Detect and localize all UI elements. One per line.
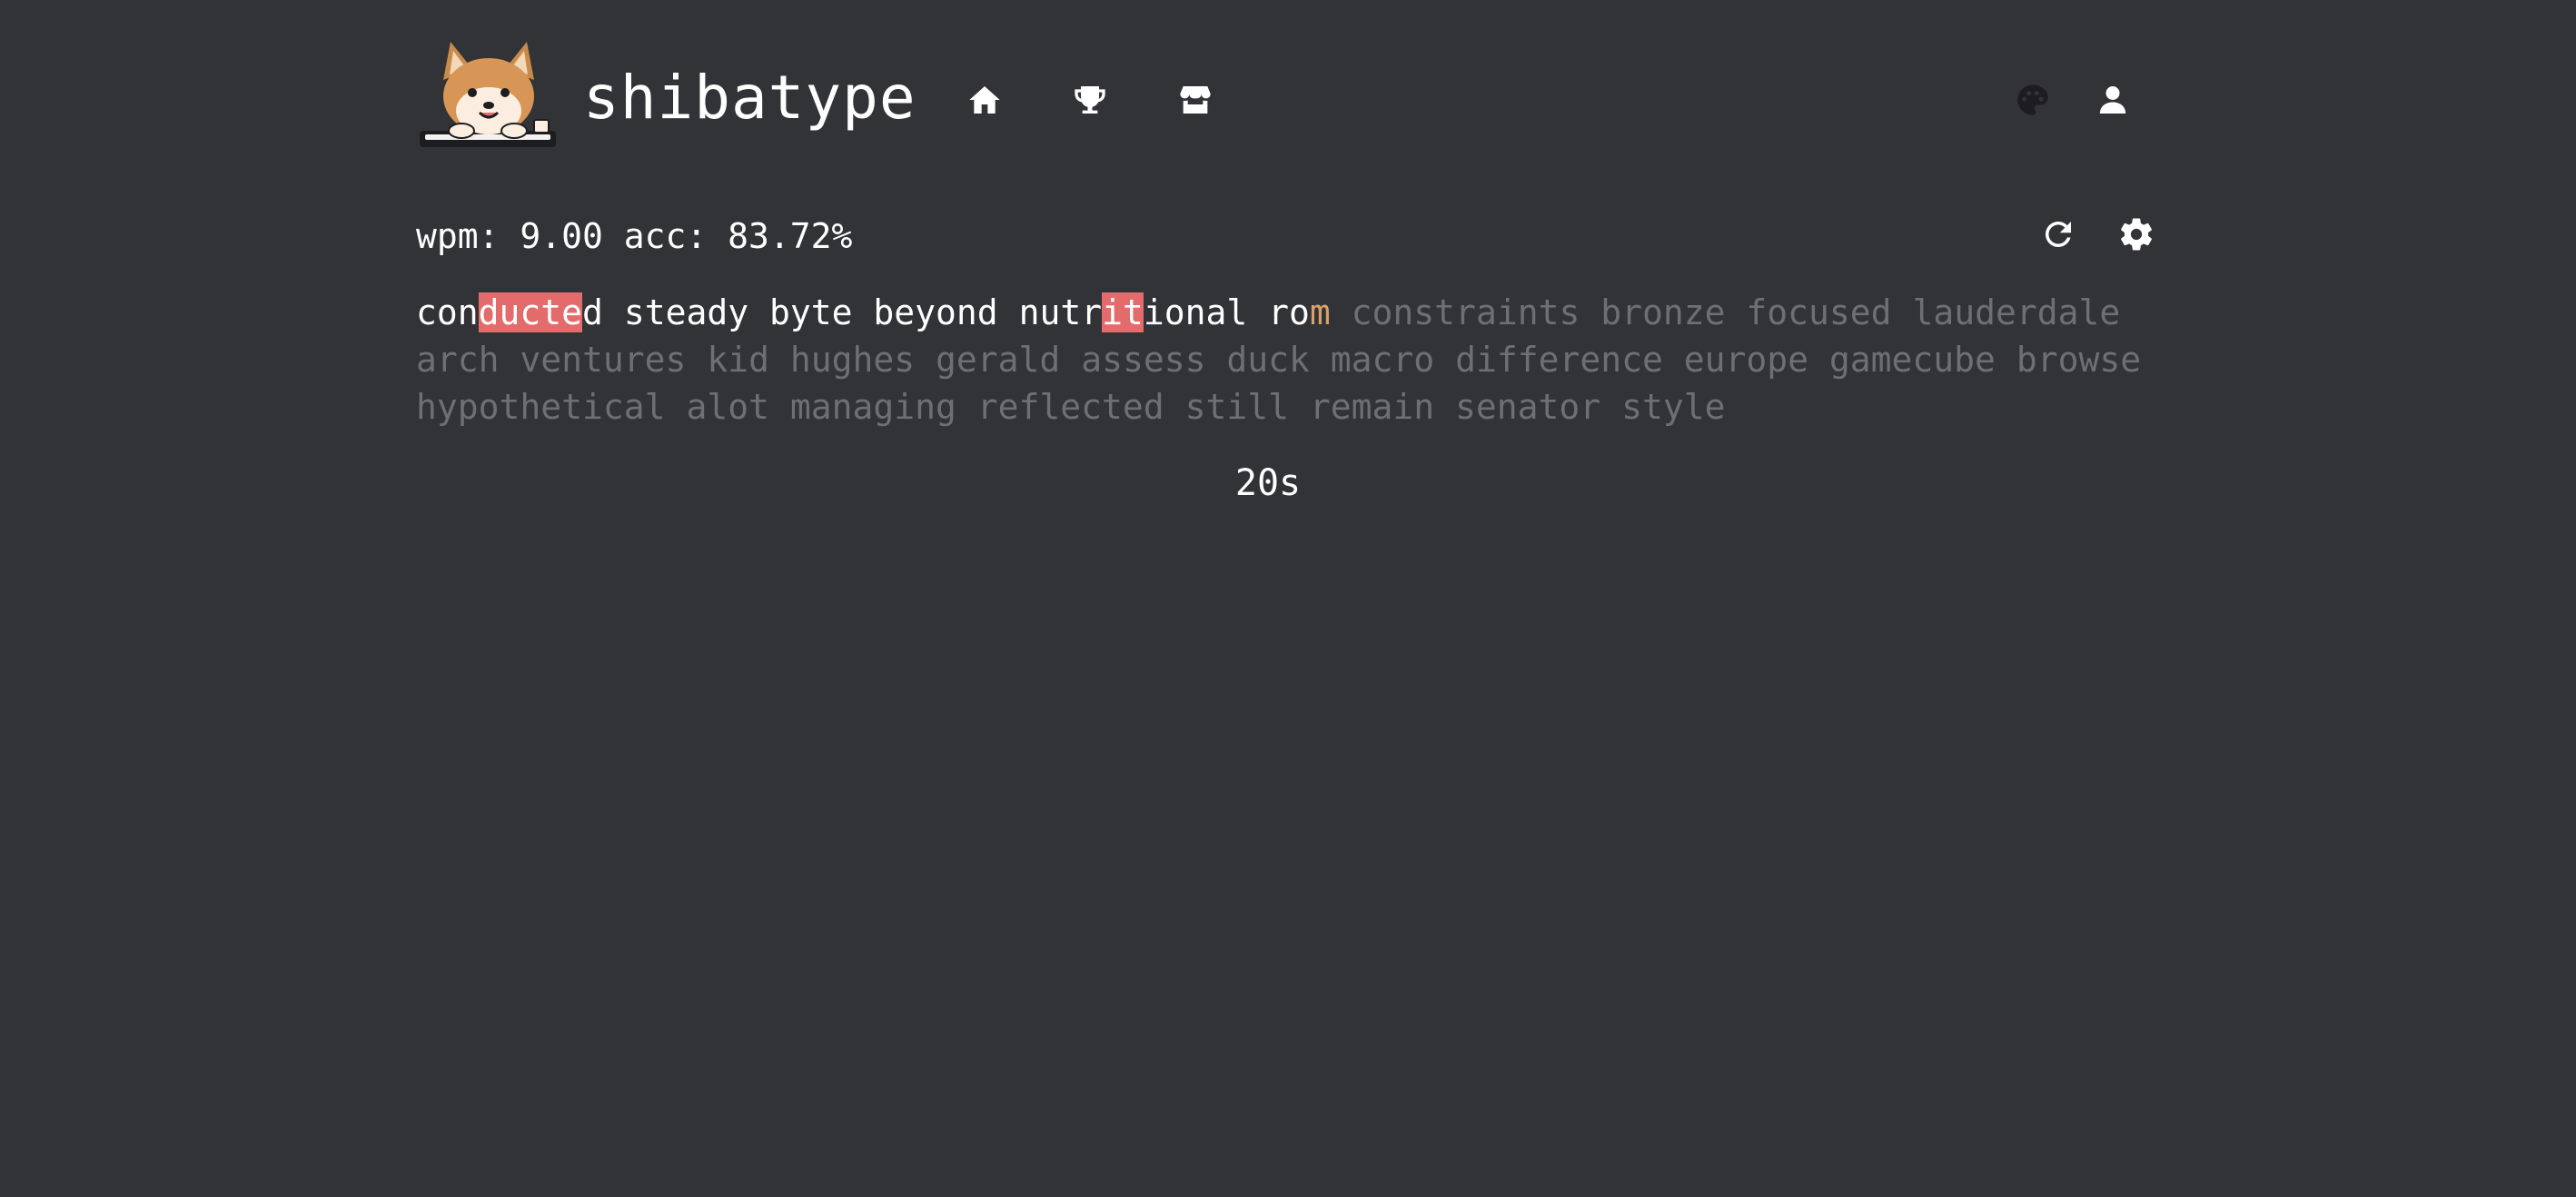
typed-word: rom bbox=[1268, 292, 1331, 332]
upcoming-word: style bbox=[1621, 387, 1726, 427]
error-chars: ducte bbox=[478, 292, 583, 332]
gear-icon[interactable] bbox=[2116, 214, 2156, 254]
correct-chars: nutr bbox=[1018, 292, 1103, 332]
correct-chars: beyond bbox=[873, 292, 998, 332]
app-container: shibatype wpm: 9.00 acc: 83.72% conducte… bbox=[416, 0, 2153, 1197]
restart-icon[interactable] bbox=[2038, 214, 2078, 254]
upcoming-word: gamecube bbox=[1828, 340, 1996, 380]
stats-display: wpm: 9.00 acc: 83.72% bbox=[416, 216, 853, 256]
upcoming-word: alot bbox=[686, 387, 769, 427]
upcoming-word: still bbox=[1184, 387, 1289, 427]
upcoming-word: bronze bbox=[1600, 292, 1726, 332]
correct-chars: byte bbox=[768, 292, 853, 332]
home-icon[interactable] bbox=[965, 80, 1005, 120]
typed-word: beyond bbox=[873, 292, 997, 332]
upcoming-word: assess bbox=[1081, 340, 1206, 380]
upcoming-word: lauderdale bbox=[1912, 292, 2121, 332]
upcoming-word: hughes bbox=[789, 340, 916, 380]
upcoming-word: ventures bbox=[520, 340, 687, 380]
header: shibatype bbox=[416, 36, 2153, 163]
upcoming-word: remain bbox=[1309, 387, 1435, 427]
upcoming-word: difference bbox=[1455, 340, 1663, 380]
upcoming-word: kid bbox=[707, 340, 769, 380]
upcoming-word: constraints bbox=[1351, 292, 1580, 332]
typed-word: byte bbox=[769, 292, 853, 332]
upcoming-word: focused bbox=[1746, 292, 1892, 332]
upcoming-word: managing bbox=[789, 387, 956, 427]
store-icon[interactable] bbox=[1175, 80, 1215, 120]
typed-word: steady bbox=[624, 292, 748, 332]
upcoming-word: hypothetical bbox=[416, 387, 666, 427]
typed-word: conducted bbox=[416, 292, 603, 332]
caret-char: m bbox=[1309, 292, 1331, 332]
upcoming-word: europe bbox=[1683, 340, 1809, 380]
upcoming-word: macro bbox=[1330, 340, 1435, 380]
brand-title[interactable]: shibatype bbox=[583, 62, 916, 134]
upcoming-word: gerald bbox=[936, 340, 1061, 380]
timer: 20s bbox=[1234, 462, 1302, 504]
correct-chars: d bbox=[582, 292, 603, 332]
typed-word: nutritional bbox=[1018, 292, 1248, 332]
error-chars: it bbox=[1102, 292, 1144, 332]
upcoming-word: reflected bbox=[976, 387, 1164, 427]
shiba-logo[interactable] bbox=[416, 36, 561, 154]
user-icon[interactable] bbox=[2093, 80, 2133, 120]
upcoming-word: arch bbox=[416, 340, 500, 380]
correct-chars: ro bbox=[1268, 292, 1310, 332]
correct-chars: steady bbox=[623, 292, 749, 332]
typed-words: conducted steady byte beyond nutritional… bbox=[416, 292, 1352, 332]
upcoming-word: duck bbox=[1226, 340, 1310, 380]
correct-chars: con bbox=[416, 292, 479, 332]
upcoming-word: browse bbox=[2016, 340, 2142, 380]
palette-icon[interactable] bbox=[2013, 80, 2053, 120]
trophy-icon[interactable] bbox=[1070, 80, 1110, 120]
typing-area[interactable]: conducted steady byte beyond nutritional… bbox=[416, 289, 2160, 430]
upcoming-word: senator bbox=[1455, 387, 1601, 427]
correct-chars: ional bbox=[1143, 292, 1248, 332]
